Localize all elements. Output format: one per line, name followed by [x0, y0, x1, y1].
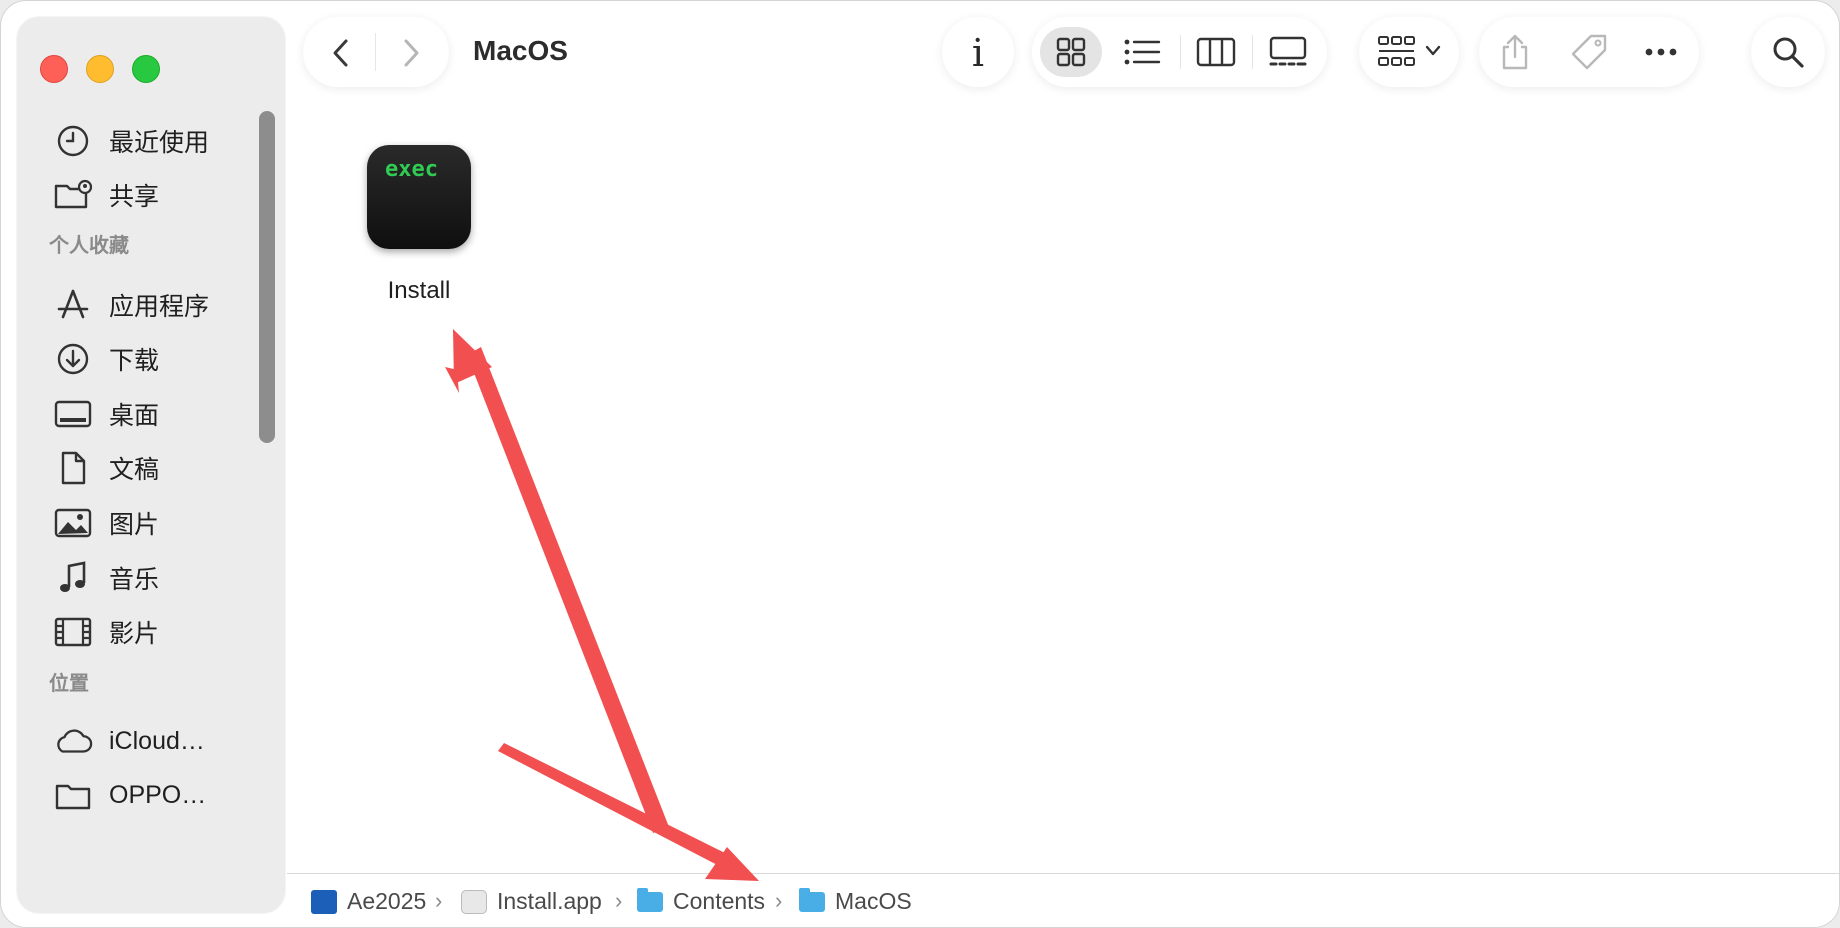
- sidebar-item-label: 音乐: [109, 566, 160, 594]
- path-separator: ›: [615, 888, 623, 913]
- path-bar: Ae2025 › Install.app › Contents › MacOS: [287, 873, 1839, 927]
- share-icon: [1502, 34, 1528, 70]
- finder-window: 最近使用 共享 个人收藏 应用程序 下载 桌面 文稿 图片 音乐 影片 位置 i…: [0, 0, 1840, 928]
- grid-icon: [1056, 37, 1086, 67]
- zoom-window-button[interactable]: [132, 55, 160, 83]
- crumb-label: Ae2025: [347, 888, 427, 914]
- list-icon: [1124, 39, 1161, 65]
- view-divider: [1180, 35, 1181, 69]
- path-separator: ›: [775, 888, 783, 913]
- sidebar-item-label: 文稿: [109, 456, 160, 484]
- folder-icon: [799, 887, 825, 912]
- download-icon: [53, 339, 93, 379]
- sidebar-item-label: 桌面: [109, 402, 160, 430]
- sidebar-item-pictures[interactable]: 图片: [17, 497, 257, 549]
- sidebar-item-documents[interactable]: 文稿: [17, 442, 257, 494]
- back-button[interactable]: [319, 31, 363, 75]
- chevron-down-icon: [1425, 45, 1441, 56]
- sidebar-item-shared[interactable]: 共享: [17, 169, 257, 221]
- chevron-left-icon: [333, 39, 348, 67]
- sidebar-item-movies[interactable]: 影片: [17, 606, 257, 658]
- tag-button[interactable]: [1565, 29, 1613, 75]
- share-button[interactable]: [1491, 29, 1539, 75]
- navigation-group: [303, 17, 449, 87]
- favorites-section-header: 个人收藏: [49, 235, 129, 257]
- folder-icon: [53, 775, 93, 815]
- document-icon: [53, 448, 93, 488]
- sidebar-item-label: 最近使用: [109, 129, 210, 157]
- sidebar: 最近使用 共享 个人收藏 应用程序 下载 桌面 文稿 图片 音乐 影片 位置 i…: [17, 17, 285, 913]
- exec-icon-label: exec: [385, 157, 438, 182]
- group-by-button[interactable]: [1359, 17, 1459, 87]
- columns-icon: [1196, 37, 1236, 67]
- sidebar-item-desktop[interactable]: 桌面: [17, 388, 257, 440]
- sidebar-item-label: 共享: [109, 183, 160, 211]
- sidebar-item-oppo[interactable]: OPPO…: [17, 769, 257, 821]
- sidebar-item-recents[interactable]: 最近使用: [17, 115, 257, 167]
- sidebar-item-icloud[interactable]: iCloud…: [17, 715, 257, 767]
- sidebar-item-label: 下载: [109, 347, 160, 375]
- shared-folder-icon: [53, 175, 93, 215]
- path-crumb-contents[interactable]: Contents: [637, 887, 766, 915]
- desktop-icon: [53, 394, 93, 434]
- window-title: MacOS: [473, 35, 568, 66]
- app-store-icon: [53, 285, 93, 325]
- crumb-label: Contents: [673, 888, 766, 914]
- ae-icon: [311, 889, 337, 914]
- film-icon: [53, 612, 93, 652]
- sidebar-item-label: 图片: [109, 511, 160, 539]
- close-window-button[interactable]: [40, 55, 68, 83]
- forward-button[interactable]: [389, 31, 433, 75]
- minimize-window-button[interactable]: [86, 55, 114, 83]
- crumb-label: Install.app: [497, 888, 602, 914]
- path-crumb-ae2025[interactable]: Ae2025: [311, 888, 426, 915]
- tag-icon: [1571, 34, 1607, 70]
- annotation-arrow-to-install: [445, 329, 669, 833]
- ellipsis-icon: [1645, 48, 1677, 56]
- chevron-right-icon: [404, 39, 419, 67]
- search-icon: [1773, 37, 1804, 68]
- gallery-view-button[interactable]: [1257, 27, 1319, 77]
- gallery-icon: [1269, 36, 1307, 66]
- app-icon: [461, 889, 487, 914]
- photo-icon: [53, 503, 93, 543]
- file-name: Install: [387, 277, 451, 304]
- sidebar-scrollbar-thumb[interactable]: [259, 111, 275, 443]
- clock-icon: [53, 121, 93, 161]
- sidebar-item-label: iCloud…: [109, 726, 205, 755]
- music-icon: [53, 558, 93, 598]
- view-divider: [1252, 35, 1253, 69]
- search-button[interactable]: [1751, 17, 1825, 87]
- group-grid-icon: [1378, 36, 1415, 66]
- exec-icon: exec: [367, 145, 471, 249]
- sidebar-item-label: OPPO…: [109, 780, 207, 809]
- nav-divider: [375, 33, 376, 71]
- sidebar-item-label: 应用程序: [109, 293, 210, 321]
- get-info-button[interactable]: i: [942, 17, 1014, 87]
- crumb-label: MacOS: [835, 888, 912, 914]
- path-separator: ›: [435, 888, 443, 913]
- sidebar-item-downloads[interactable]: 下载: [17, 333, 257, 385]
- column-view-button[interactable]: [1185, 27, 1247, 77]
- icon-view-button[interactable]: [1040, 27, 1102, 77]
- sidebar-item-label: 影片: [109, 620, 160, 648]
- sidebar-item-music[interactable]: 音乐: [17, 552, 257, 604]
- more-button[interactable]: [1637, 29, 1685, 75]
- cloud-icon: [53, 721, 93, 761]
- view-mode-group: [1032, 17, 1327, 87]
- path-crumb-macos[interactable]: MacOS: [799, 887, 912, 915]
- annotation-arrow-to-pathbar: [498, 743, 759, 881]
- actions-group: [1479, 17, 1699, 87]
- info-icon: i: [971, 31, 985, 75]
- list-view-button[interactable]: [1111, 27, 1173, 77]
- folder-icon: [637, 887, 663, 912]
- sidebar-item-applications[interactable]: 应用程序: [17, 279, 257, 331]
- path-crumb-install-app[interactable]: Install.app: [461, 888, 602, 915]
- locations-section-header: 位置: [49, 673, 89, 695]
